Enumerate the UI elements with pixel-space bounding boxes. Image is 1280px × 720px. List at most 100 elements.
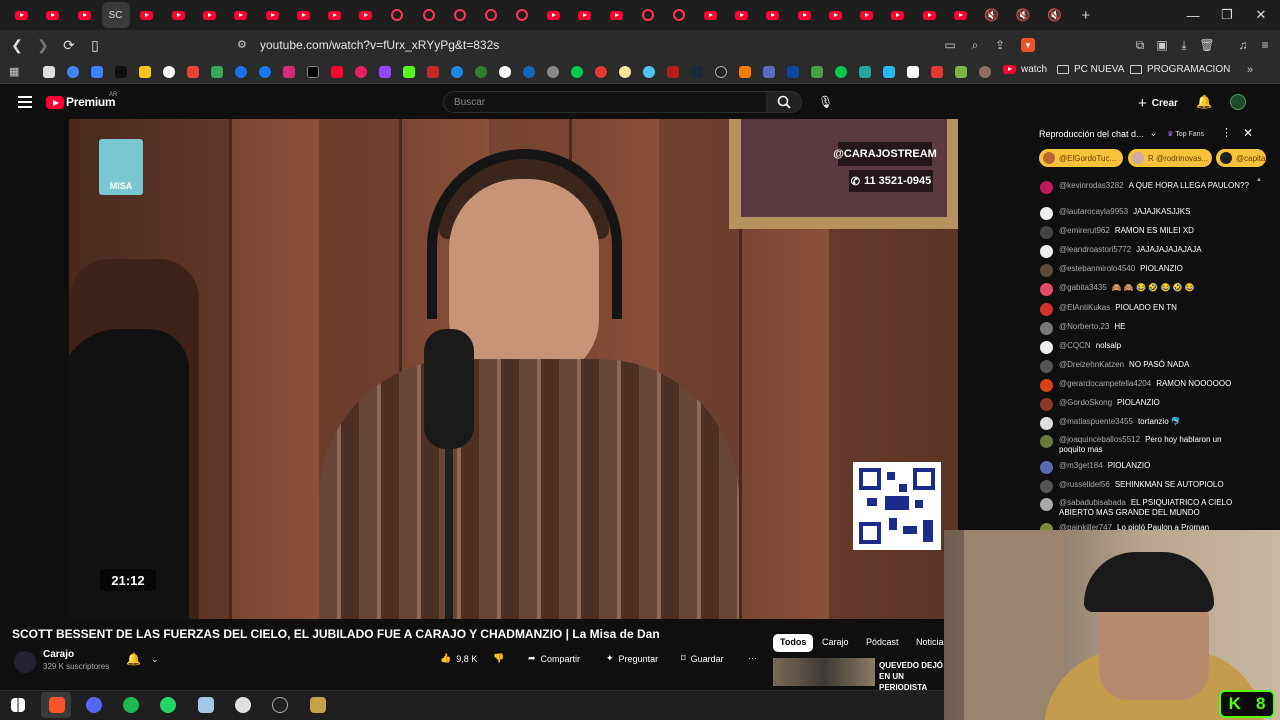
tab-youtube[interactable]: [131, 0, 162, 30]
tab-youtube[interactable]: [695, 0, 726, 30]
chat-message[interactable]: @russelldel56 SEHINKMAN SE AUTOPIOLO: [1040, 480, 1250, 493]
trash-icon[interactable]: 🗑: [1199, 38, 1214, 52]
league-icon[interactable]: [310, 697, 326, 713]
chat-avatar[interactable]: [1040, 264, 1053, 277]
whatsapp-icon[interactable]: [160, 697, 176, 713]
tab-youtube[interactable]: [914, 0, 945, 30]
chat-more-icon[interactable]: ⋮: [1221, 126, 1232, 139]
bookmark-icon[interactable]: [667, 66, 679, 78]
dislike-button[interactable]: 👎: [493, 653, 504, 664]
tab-live[interactable]: [475, 0, 506, 30]
google-icon[interactable]: [67, 66, 79, 78]
maximize-button[interactable]: ❐: [1210, 0, 1244, 30]
bookmark-watch[interactable]: watch: [1003, 64, 1047, 75]
chat-username[interactable]: @sabadubisabada: [1059, 498, 1126, 507]
chat-username[interactable]: @kevinrodas3282: [1059, 181, 1124, 190]
apps-grid-icon[interactable]: ▦: [9, 65, 19, 78]
tab-youtube[interactable]: [350, 0, 381, 30]
menu-icon[interactable]: ≡: [1258, 38, 1272, 52]
new-tab-button[interactable]: +: [1070, 0, 1101, 30]
video-player[interactable]: [69, 119, 958, 619]
chat-avatar[interactable]: [1040, 303, 1053, 316]
top-fan-pill[interactable]: @ElGordoTuc...: [1039, 149, 1123, 167]
chat-message[interactable]: @lautarocayla9953 JAJAJKASJJKS: [1040, 207, 1250, 220]
bookmark-icon[interactable]: [883, 66, 895, 78]
bookmark-icon[interactable]: [499, 66, 511, 78]
chat-message[interactable]: @emirerut962 RAMON ES MILEI XD: [1040, 226, 1250, 239]
zoom-icon[interactable]: ⌕: [968, 38, 982, 52]
chat-message[interactable]: @ElAntiKukas PIOLADO EN TN: [1040, 303, 1250, 316]
like-button[interactable]: 👍 9,8 K: [440, 653, 477, 664]
more-actions-button[interactable]: ···: [748, 653, 757, 663]
channel-avatar[interactable]: [14, 651, 36, 673]
chat-scroll-up-icon[interactable]: ▲: [1256, 177, 1262, 183]
instagram-icon[interactable]: [283, 66, 295, 78]
close-chat-icon[interactable]: ✕: [1243, 126, 1253, 140]
chat-avatar[interactable]: [1040, 341, 1053, 354]
tab-youtube[interactable]: [225, 0, 256, 30]
tab-live[interactable]: [663, 0, 694, 30]
chat-header[interactable]: Reproducción del chat d... ⌄ ♛ Top Fans: [1039, 128, 1204, 139]
tab-youtube[interactable]: [319, 0, 350, 30]
chat-message[interactable]: @gabita3435 🙈 🙈 😂 🤣 😂 🤣 😂: [1040, 283, 1250, 296]
top-fan-pill[interactable]: @capita: [1216, 149, 1266, 167]
extensions-icon[interactable]: ⧉: [1133, 38, 1147, 52]
chat-username[interactable]: @joaquinceballos5512: [1059, 435, 1140, 444]
chat-username[interactable]: @gabita3435: [1059, 283, 1107, 292]
bookmark-icon[interactable]: [547, 66, 559, 78]
chat-avatar[interactable]: [1040, 245, 1053, 258]
tab-muted[interactable]: 🔇: [1039, 0, 1070, 30]
chat-message[interactable]: @GordoSkong PIOLANZIO: [1040, 398, 1250, 411]
chat-message[interactable]: @joaquinceballos5512 Pero hoy hablaron un…: [1040, 435, 1250, 455]
recommended-video-thumbnail[interactable]: [773, 658, 875, 686]
spotify-icon[interactable]: [123, 697, 139, 713]
hamburger-menu-icon[interactable]: [18, 96, 32, 108]
chat-username[interactable]: @leandroastori5772: [1059, 245, 1131, 254]
forward-button[interactable]: ❯: [32, 34, 54, 56]
chat-avatar[interactable]: [1040, 283, 1053, 296]
chat-username[interactable]: @GordoSkong: [1059, 398, 1112, 407]
tab-youtube[interactable]: [757, 0, 788, 30]
chat-message[interactable]: @CQCN nolsalp: [1040, 341, 1250, 354]
file-icon[interactable]: [198, 697, 214, 713]
microphone-icon[interactable]: 🎙: [818, 95, 833, 109]
chat-username[interactable]: @m3get184: [1059, 461, 1103, 470]
brave-shield-icon[interactable]: ▾: [1021, 38, 1035, 52]
tab-youtube[interactable]: [601, 0, 632, 30]
bookmark-icon[interactable]: [859, 66, 871, 78]
chat-message[interactable]: @leandroastori5772 JAJAJAJAJAJAJA: [1040, 245, 1250, 258]
chat-avatar[interactable]: [1040, 360, 1053, 373]
bookmark-icon[interactable]: [763, 66, 775, 78]
youtube-icon[interactable]: [331, 66, 343, 78]
twitch-icon[interactable]: [379, 66, 391, 78]
more-bookmarks-icon[interactable]: »: [1247, 64, 1253, 76]
github-icon[interactable]: [715, 66, 727, 78]
bookmark-folder-pc-nueva[interactable]: PC NUEVA: [1057, 64, 1124, 75]
bookmark-icon[interactable]: [811, 66, 823, 78]
chat-message[interactable]: @kevinrodas3282 A QUE HORA LLEGA PAULON??: [1040, 181, 1250, 194]
subscription-bell-button[interactable]: 🔔 ⌄: [126, 652, 159, 666]
minimize-button[interactable]: —: [1176, 0, 1210, 30]
app-icon[interactable]: [235, 697, 251, 713]
bookmark-icon[interactable]: [595, 66, 607, 78]
chat-message[interactable]: @Norberto.23 HE: [1040, 322, 1250, 335]
share-icon[interactable]: ⇪: [993, 38, 1007, 52]
steam-icon[interactable]: [691, 66, 703, 78]
chat-username[interactable]: @Norberto.23: [1059, 322, 1109, 331]
bookmark-icon[interactable]: [523, 66, 535, 78]
cloud-icon[interactable]: [163, 66, 175, 78]
chat-username[interactable]: @estebanmirolo4540: [1059, 264, 1135, 273]
tab-live[interactable]: [413, 0, 444, 30]
share-button[interactable]: ➦ Compartir: [528, 653, 580, 664]
chat-avatar[interactable]: [1040, 322, 1053, 335]
bookmark-icon[interactable]: [235, 66, 247, 78]
gemini-icon[interactable]: [91, 66, 103, 78]
search-input[interactable]: Buscar: [443, 91, 767, 113]
bookmark-icon[interactable]: [43, 66, 55, 78]
bookmark-icon[interactable]: [955, 66, 967, 78]
address-bar[interactable]: ⚙ youtube.com/watch?v=fUrx_xRYyPg&t=832s: [228, 34, 1008, 56]
close-window-button[interactable]: ✕: [1244, 0, 1278, 30]
chat-avatar[interactable]: [1040, 226, 1053, 239]
chat-message[interactable]: @m3get184 PIOLANZIO: [1040, 461, 1250, 474]
top-fans-label[interactable]: ♛ Top Fans: [1167, 130, 1204, 138]
